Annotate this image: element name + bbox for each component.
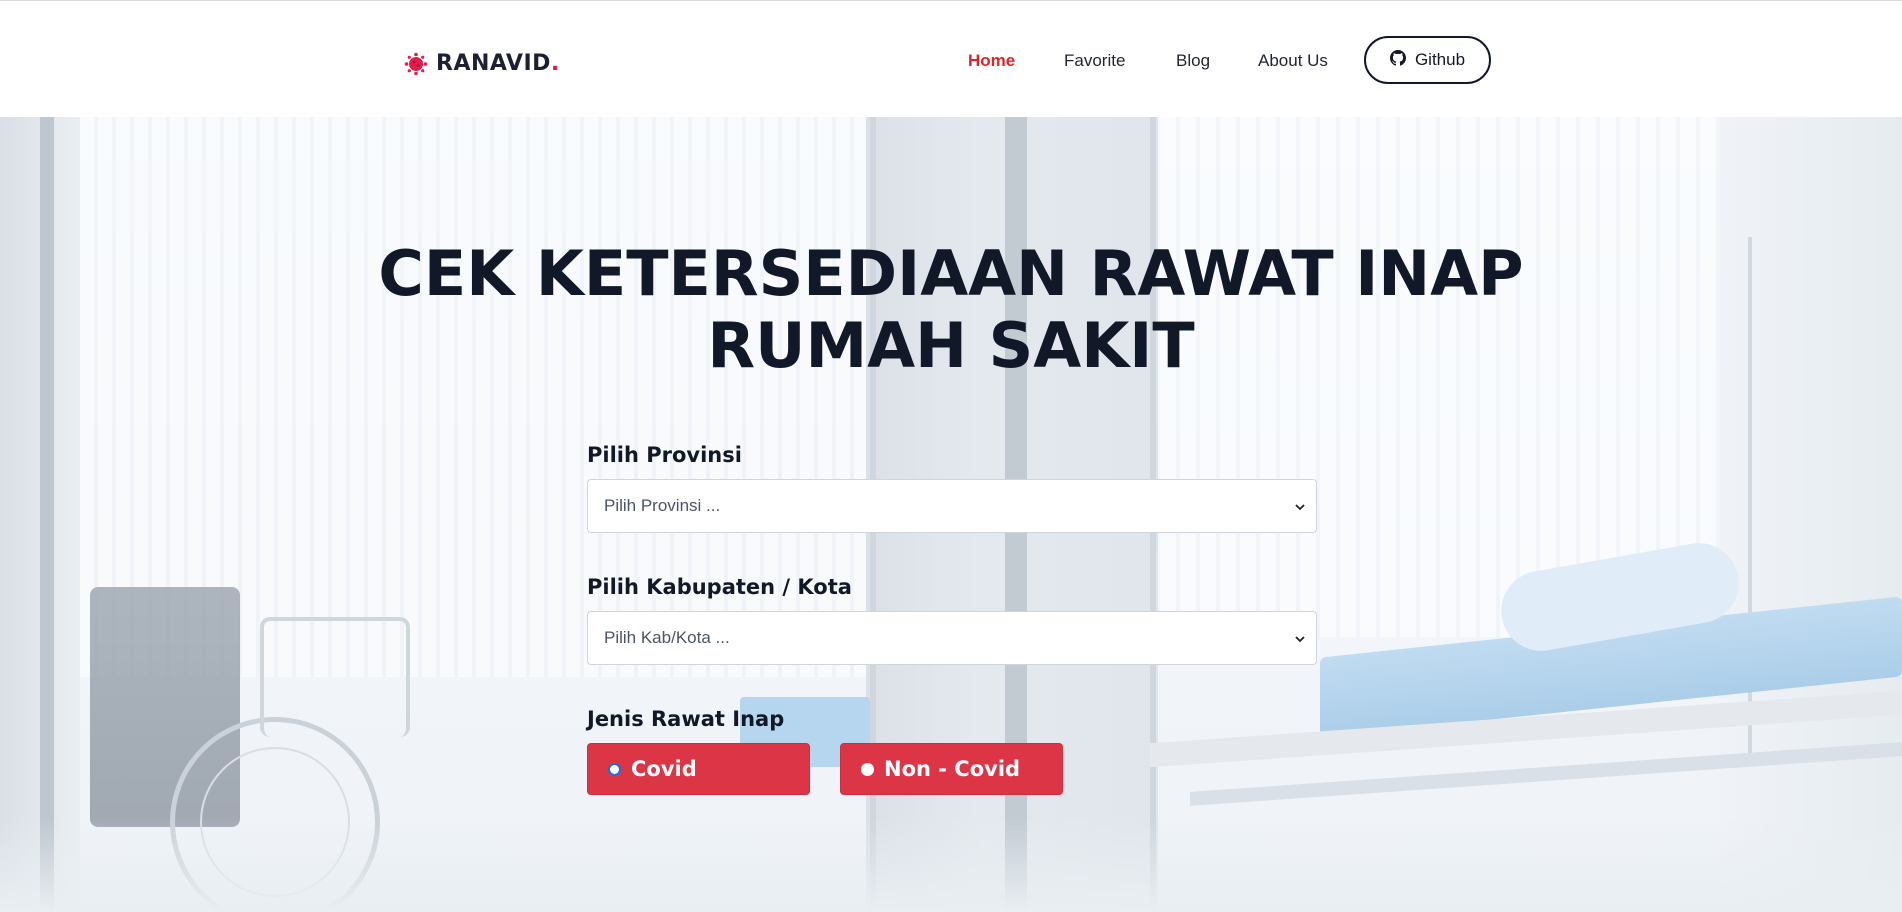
city-label: Pilih Kabupaten / Kota (587, 575, 852, 599)
github-label: Github (1414, 50, 1466, 69)
site-header: RANAVID. Home Favorite Blog About Us Git… (0, 1, 1902, 117)
chevron-down-icon (1294, 498, 1306, 518)
covid-option-label: Covid (631, 757, 697, 781)
nav-blog-link[interactable]: Blog (1176, 51, 1210, 71)
nav-favorite-link[interactable]: Favorite (1064, 51, 1125, 71)
province-select-value: Pilih Provinsi ... (604, 496, 721, 515)
github-icon (1389, 49, 1406, 71)
nav-home-link[interactable]: Home (968, 51, 1015, 71)
brand-logo[interactable]: RANAVID. (404, 51, 559, 76)
nav-about-link[interactable]: About Us (1258, 51, 1328, 71)
radio-selected-icon (608, 762, 621, 776)
inpatient-type-label: Jenis Rawat Inap (587, 707, 785, 731)
brand-name: RANAVID (436, 51, 551, 76)
non-covid-option-label: Non - Covid (884, 757, 1021, 781)
city-select[interactable]: Pilih Kab/Kota ... (587, 611, 1317, 665)
non-covid-radio-button[interactable]: Non - Covid (840, 743, 1063, 795)
city-select-value: Pilih Kab/Kota ... (604, 628, 730, 647)
covid-radio-button[interactable]: Covid (587, 743, 810, 795)
github-button[interactable]: Github (1364, 36, 1491, 84)
province-label: Pilih Provinsi (587, 443, 742, 467)
title-line-1: CEK KETERSEDIAAN RAWAT INAP (378, 237, 1524, 310)
brand-dot: . (550, 51, 560, 76)
title-line-2: RUMAH SAKIT (707, 309, 1195, 382)
province-select[interactable]: Pilih Provinsi ... (587, 479, 1317, 533)
radio-unselected-icon (861, 762, 874, 776)
virus-icon (404, 52, 428, 76)
chevron-down-icon (1294, 630, 1306, 650)
page-title: CEK KETERSEDIAAN RAWAT INAP RUMAH SAKIT (0, 238, 1902, 382)
